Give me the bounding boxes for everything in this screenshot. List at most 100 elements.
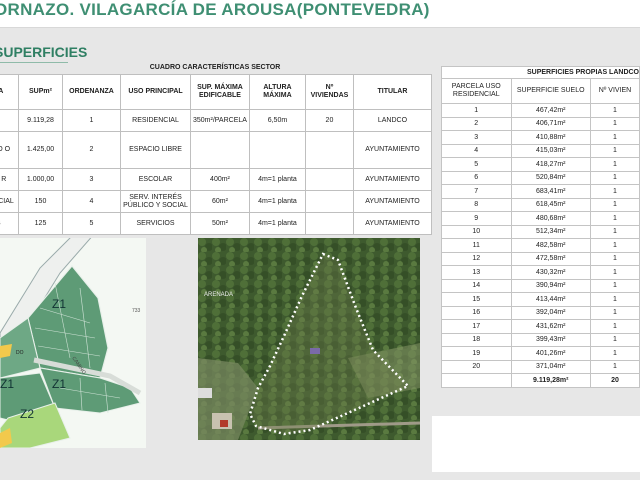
table-cell: 418,27m² [510, 157, 591, 172]
map-label: DO [16, 350, 24, 356]
column-header: Nº VIVIENDAS [304, 74, 354, 110]
table-cell: 1 [589, 224, 640, 239]
table-cell: 5 [62, 212, 121, 235]
table-cell: 1 [589, 143, 640, 158]
table-cell: 413,44m² [510, 292, 591, 307]
table-cell: 60m² [190, 190, 250, 213]
table-cell: 6 [441, 170, 512, 185]
table-cell: 1 [589, 184, 640, 199]
table-cell: 50m² [190, 212, 250, 235]
table-row: 1 467,42m² 1 [441, 103, 640, 118]
table-cell: 20 [441, 359, 512, 374]
table-cell: 4 [62, 190, 121, 213]
table-cell: 480,68m² [510, 211, 591, 226]
table-cell [248, 131, 306, 169]
zone-label: Z1 [52, 297, 66, 311]
column-header: ORDENANZA [62, 74, 121, 110]
zone-label: Z2 [20, 407, 34, 421]
total-cell: 9.119,28m² [510, 373, 591, 388]
table-row: 20 371,04m² 1 [441, 359, 640, 374]
aerial-photo: ARENADA [198, 238, 420, 440]
page-title: ORNAZO. VILAGARCÍA DE AROUSA(PONTEVEDRA) [0, 0, 430, 19]
table-row: 9 480,68m² 1 [441, 211, 640, 226]
table-cell: 392,04m² [510, 305, 591, 320]
table-cell: 400m² [190, 168, 250, 191]
table-row: 13 430,32m² 1 [441, 265, 640, 280]
table-cell: 1 [589, 292, 640, 307]
table-cell: LANDCO [352, 109, 432, 132]
table-cell: ERÉS CIAL [0, 190, 19, 213]
total-cell [441, 373, 512, 388]
parcel-table-caption: SUPERFICIES PROPIAS LANDCO [441, 66, 640, 79]
title-bar: ORNAZO. VILAGARCÍA DE AROUSA(PONTEVEDRA) [0, 0, 640, 28]
column-header: ALTURA MÁXIMA [248, 74, 306, 110]
table-cell: 1.000,00 [18, 168, 63, 191]
table-row: 11 482,58m² 1 [441, 238, 640, 253]
table-cell: 8 [441, 197, 512, 212]
table-cell: 1 [589, 130, 640, 145]
table-cell: E USO O [0, 131, 19, 169]
table-cell: 1 [589, 211, 640, 226]
column-header: TITULAR [352, 74, 432, 110]
table-cell: 15 [441, 292, 512, 307]
table-cell: 12 [441, 251, 512, 266]
table-cell: 18 [441, 332, 512, 347]
table-row: 14 390,94m² 1 [441, 278, 640, 293]
table-row: 16 392,04m² 1 [441, 305, 640, 320]
table-cell: 11 [441, 238, 512, 253]
table-cell: AYUNTAMIENTO [352, 212, 432, 235]
table-cell [304, 168, 354, 191]
table-cell: 20 [304, 109, 354, 132]
sector-table-caption: CUADRO CARACTERÍSTICAS SECTOR [149, 64, 281, 71]
table-cell: 9.119,28 [18, 109, 63, 132]
table-cell: 1.425,00 [18, 131, 63, 169]
table-cell: 1 [589, 103, 640, 118]
table-cell: 618,45m² [510, 197, 591, 212]
zone-label: Z1 [52, 377, 66, 391]
section-title: SUPERFICIES [0, 44, 88, 60]
table-cell: 9 [441, 211, 512, 226]
table-cell: 4 [441, 143, 512, 158]
table-cell: 472,58m² [510, 251, 591, 266]
table-cell: 14 [441, 278, 512, 293]
table-cell: 467,42m² [510, 103, 591, 118]
table-cell: 1 [589, 238, 640, 253]
table-cell: 5 [441, 157, 512, 172]
table-cell: 415,03m² [510, 143, 591, 158]
table-cell: AYUNTAMIENTO [352, 131, 432, 169]
table-cell: 683,41m² [510, 184, 591, 199]
table-row: 7 683,41m² 1 [441, 184, 640, 199]
table-cell: 17 [441, 319, 512, 334]
table-row: 12 472,58m² 1 [441, 251, 640, 266]
table-cell: 1 [589, 305, 640, 320]
table-cell: 2 [441, 116, 512, 131]
table-cell: 512,34m² [510, 224, 591, 239]
table-cell: 1 [589, 278, 640, 293]
table-cell: 1 [589, 319, 640, 334]
column-header: ONA [0, 74, 19, 110]
table-cell: 6,50m [248, 109, 306, 132]
table-cell: ESCOLAR [120, 168, 191, 191]
table-cell: AYUNTAMIENTO [352, 190, 432, 213]
parcel-table-header: PARCELA USO RESIDENCIAL SUPERFICIE SUELO… [441, 78, 640, 104]
table-cell: 399,43m² [510, 332, 591, 347]
table-cell: 390,94m² [510, 278, 591, 293]
section-divider [0, 62, 68, 63]
table-cell: NTO R [0, 168, 19, 191]
table-cell: 4m=1 planta [248, 168, 306, 191]
table-cell: 1 [441, 103, 512, 118]
table-row: 2 406,71m² 1 [441, 116, 640, 131]
table-cell: 19 [441, 346, 512, 361]
table-cell: 3 [62, 168, 121, 191]
table-cell: 16 [441, 305, 512, 320]
table-row: 3 410,88m² 1 [441, 130, 640, 145]
table-row: NTO R 1.000,00 3 ESCOLAR 400m² 4m=1 plan… [0, 168, 432, 191]
table-cell: SERV. INTERÉS PÚBLICO Y SOCIAL [120, 190, 191, 213]
blank-panel [432, 416, 640, 472]
table-cell: 350m²/PARCELA [190, 109, 250, 132]
sector-table: ONA SUPm² ORDENANZA USO PRINCIPAL SUP. M… [0, 74, 432, 235]
table-cell: 430,32m² [510, 265, 591, 280]
column-header: SUPERFICIE SUELO [510, 78, 591, 104]
table-cell: 406,71m² [510, 116, 591, 131]
table-cell [304, 131, 354, 169]
